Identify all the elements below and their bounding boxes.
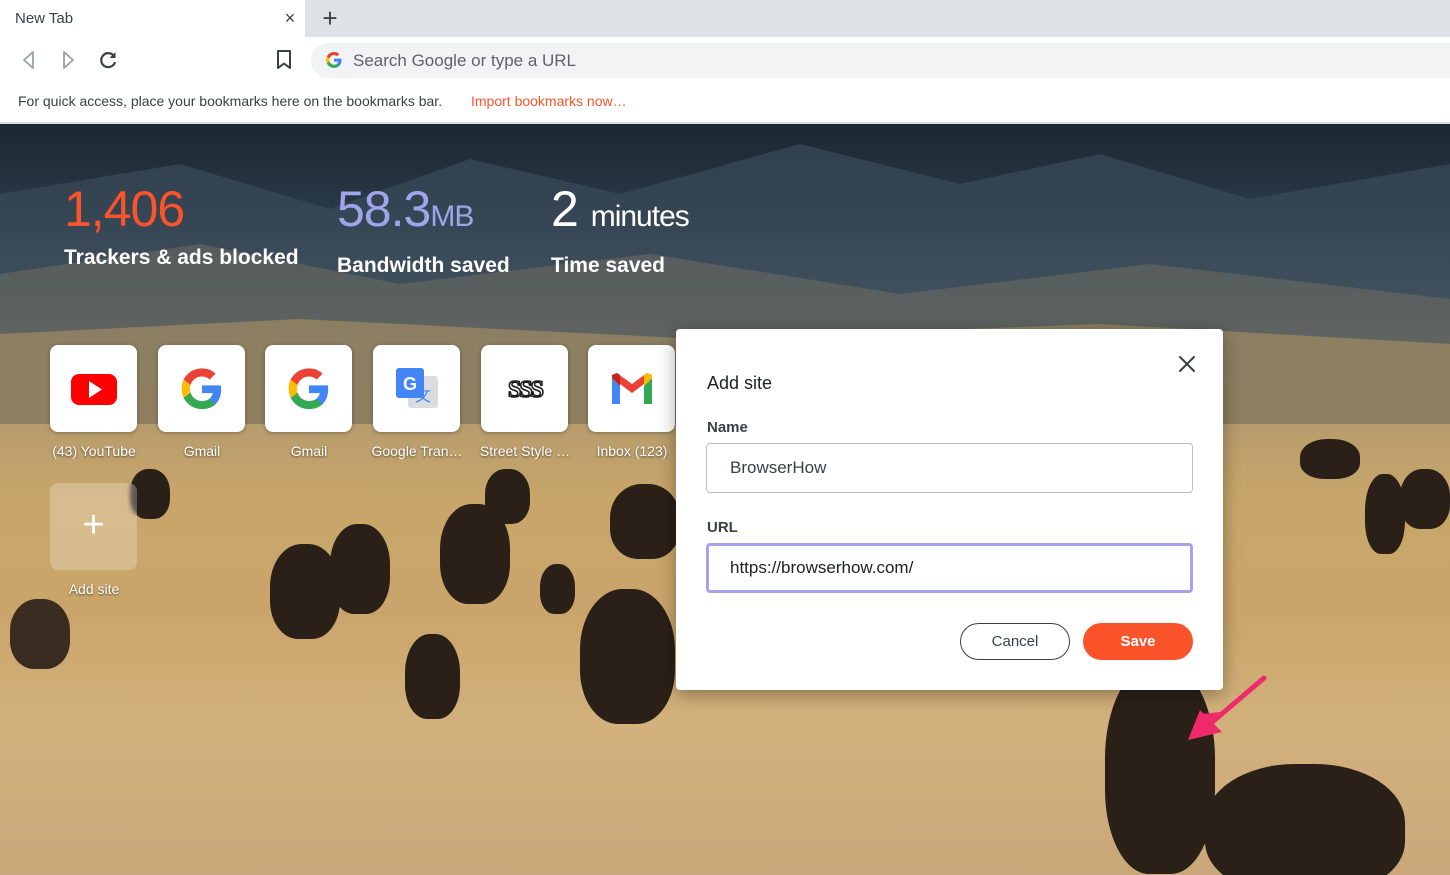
url-label: URL <box>707 519 738 536</box>
url-field[interactable]: https://browserhow.com/ <box>706 543 1193 593</box>
top-site-tile[interactable]: Gmail <box>158 345 246 459</box>
add-site-tile[interactable]: + Add site <box>50 483 138 597</box>
top-site-tile[interactable]: Inbox (123) <box>588 345 676 459</box>
dialog-title: Add site <box>707 373 773 393</box>
google-icon <box>181 368 222 410</box>
name-field[interactable]: BrowserHow <box>706 443 1193 493</box>
youtube-icon <box>71 374 117 405</box>
annotation-arrow-icon <box>1188 675 1267 740</box>
reload-icon[interactable] <box>96 48 120 72</box>
bookmarks-bar-message: For quick access, place your bookmarks h… <box>18 93 443 109</box>
top-site-label: Gmail <box>183 443 221 459</box>
top-site-label: Street Style … <box>479 443 571 459</box>
omnibox-placeholder: Search Google or type a URL <box>353 51 577 70</box>
gmail-icon <box>612 373 652 404</box>
google-icon <box>325 51 343 69</box>
new-tab-page: 1,406 Trackers & ads blocked 58.3MB Band… <box>0 124 1450 875</box>
stat-value: 1,406 <box>64 181 185 237</box>
close-icon[interactable] <box>1176 353 1198 375</box>
bookmarks-bar: For quick access, place your bookmarks h… <box>0 83 1450 123</box>
tab-new-tab[interactable]: New Tab × <box>0 0 305 37</box>
omnibox[interactable]: Search Google or type a URL <box>311 43 1450 78</box>
stat-label: Trackers & ads blocked <box>64 246 299 269</box>
google-icon <box>288 368 329 410</box>
name-field-value: BrowserHow <box>730 458 827 477</box>
top-site-label: (43) YouTube <box>52 443 136 459</box>
close-tab-icon[interactable]: × <box>281 9 299 27</box>
url-field-value: https://browserhow.com/ <box>730 558 914 577</box>
google-translate-icon: 文 G <box>396 368 438 408</box>
top-site-tile[interactable]: (43) YouTube <box>50 345 138 459</box>
stat-value: 2 minutes <box>551 181 690 237</box>
cancel-button[interactable]: Cancel <box>960 623 1070 660</box>
stat-value: 58.3MB <box>337 181 474 237</box>
svg-text:G: G <box>403 374 417 394</box>
tab-title: New Tab <box>15 10 74 27</box>
top-site-tile[interactable]: SSS Street Style … <box>480 345 570 459</box>
new-tab-button[interactable]: + <box>318 5 342 31</box>
sss-icon: SSS <box>507 376 546 404</box>
stat-trackers-blocked: 1,406 Trackers & ads blocked <box>64 184 299 270</box>
forward-icon[interactable] <box>56 48 80 72</box>
top-site-label: Inbox (123) <box>596 443 668 459</box>
name-label: Name <box>707 419 748 436</box>
toolbar: Search Google or type a URL <box>0 37 1450 83</box>
tab-strip: New Tab × + <box>0 0 1450 37</box>
add-site-label: Add site <box>68 581 120 597</box>
top-site-label: Gmail <box>290 443 328 459</box>
top-site-tile[interactable]: 文 G Google Tran… <box>371 345 463 459</box>
save-button[interactable]: Save <box>1083 623 1193 660</box>
top-site-tile[interactable]: Gmail <box>265 345 353 459</box>
svg-text:SSS: SSS <box>508 377 544 403</box>
back-icon[interactable] <box>17 48 41 72</box>
stat-time-saved: 2 minutes Time saved <box>551 181 690 278</box>
plus-icon: + <box>82 504 105 546</box>
stat-label: Bandwidth saved <box>337 254 510 277</box>
add-site-dialog: Add site Name BrowserHow URL https://bro… <box>676 329 1223 690</box>
import-bookmarks-link[interactable]: Import bookmarks now… <box>471 93 627 109</box>
stat-bandwidth-saved: 58.3MB Bandwidth saved <box>337 184 510 278</box>
top-site-label: Google Tran… <box>371 443 463 459</box>
stat-label: Time saved <box>551 254 666 277</box>
bookmark-icon[interactable] <box>274 49 294 71</box>
